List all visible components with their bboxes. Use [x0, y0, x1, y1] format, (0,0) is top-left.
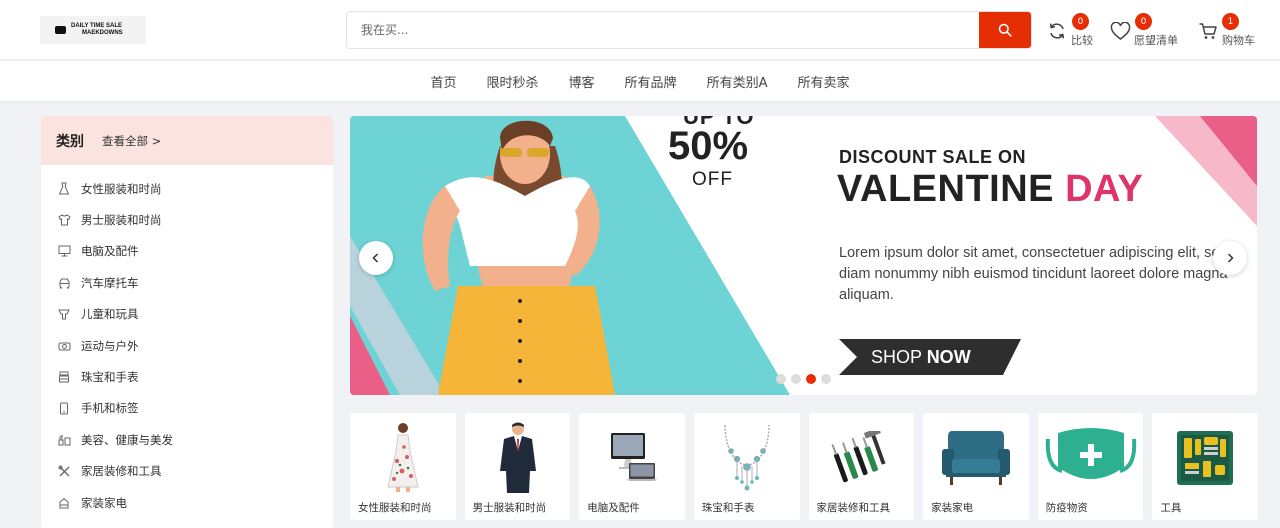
chevron-right-icon [1227, 253, 1234, 263]
category-item[interactable]: 运动与户外 [41, 330, 333, 361]
search-input[interactable] [347, 12, 979, 48]
category-item[interactable]: 珠宝和手表 [41, 361, 333, 392]
category-list: 女性服装和时尚 男士服装和时尚 电脑及配件 汽车摩托车 儿童和玩具 运动与户外 … [41, 165, 333, 518]
logo-line2: MAEKDOWNS [82, 30, 123, 36]
category-item[interactable]: 电脑及配件 [41, 236, 333, 267]
suit-product-icon [465, 419, 571, 495]
appliance-icon [57, 496, 71, 510]
category-item[interactable]: 家居装修和工具 [41, 456, 333, 487]
search-button[interactable] [979, 12, 1031, 48]
category-item[interactable]: 女性服装和时尚 [41, 173, 333, 204]
card-label: 家居装修和工具 [816, 502, 891, 514]
compare-icon [1046, 20, 1068, 42]
shirt-icon [57, 213, 71, 227]
sidebar-title: 类别 [56, 133, 84, 150]
category-card[interactable]: 家居装修和工具 [808, 413, 915, 520]
hero-banner[interactable]: UP TO 50% OFF DISCOUNT SALE ON VALENTINE… [350, 116, 1257, 395]
armchair-product-icon [923, 419, 1029, 495]
card-label: 男士服装和时尚 [472, 502, 547, 514]
banner-dot-active[interactable] [806, 374, 816, 384]
view-all-link[interactable]: 查看全部 > [102, 133, 161, 149]
dress-icon [57, 182, 71, 196]
cart-label: 购物车 [1222, 34, 1255, 47]
category-item[interactable]: 美容、健康与美发 [41, 424, 333, 455]
search-icon [998, 23, 1012, 37]
jewelry-icon [57, 370, 71, 384]
dress-product-icon [350, 419, 456, 495]
cart-count-badge: 1 [1222, 13, 1239, 30]
card-label: 家装家电 [931, 502, 974, 514]
category-item[interactable]: 手机和标签 [41, 393, 333, 424]
banner-pagination [776, 374, 831, 384]
category-item[interactable]: 儿童和玩具 [41, 299, 333, 330]
computer-product-icon [579, 419, 685, 495]
mask-product-icon [1038, 419, 1144, 495]
banner-title: VALENTINE DAY [837, 168, 1144, 210]
category-item[interactable]: 汽车摩托车 [41, 267, 333, 298]
banner-subtitle: DISCOUNT SALE ON [839, 147, 1027, 167]
main-nav: 首页 限时秒杀 博客 所有品牌 所有类别A 所有卖家 [0, 61, 1280, 102]
heart-icon [1109, 20, 1131, 42]
nav-all-categories[interactable]: 所有类别A [692, 72, 783, 91]
banner-dot[interactable] [791, 374, 801, 384]
banner-description: Lorem ipsum dolor sit amet, consectetuer… [839, 245, 1228, 303]
tools-product-icon [809, 419, 915, 495]
cart-icon [1197, 20, 1219, 42]
category-cards: 女性服装和时尚 男士服装和时尚 电脑及配件 珠宝和手表 家居装修和工具 家装家电 [350, 413, 1258, 520]
category-card[interactable]: 防疫物资 [1037, 413, 1144, 520]
logo-mark-icon [54, 23, 68, 37]
sidebar-header: 类别 查看全部 > [41, 116, 333, 165]
banner-prev-button[interactable] [359, 241, 393, 275]
car-icon [57, 276, 71, 290]
nav-all-sellers[interactable]: 所有卖家 [782, 72, 864, 91]
toy-icon [57, 307, 71, 321]
banner-off: OFF [692, 169, 733, 190]
necklace-product-icon [694, 419, 800, 495]
compare-count-badge: 0 [1072, 13, 1089, 30]
sports-icon [57, 339, 71, 353]
tools-icon [57, 464, 71, 478]
banner-percent: 50% [668, 124, 749, 168]
compare-link[interactable]: 0 比较 [1046, 13, 1093, 48]
monitor-icon [57, 244, 71, 258]
compare-label: 比较 [1071, 34, 1093, 47]
wishlist-label: 愿望清单 [1134, 34, 1178, 47]
nav-flash-sale[interactable]: 限时秒杀 [472, 72, 554, 91]
card-label: 珠宝和手表 [701, 502, 755, 514]
category-card[interactable]: 电脑及配件 [579, 413, 685, 520]
header: DAILY TIME SALE MAEKDOWNS 0 比较 0 愿望清单 1 … [0, 0, 1280, 60]
category-item[interactable]: 家装家电 [41, 487, 333, 518]
banner-dot[interactable] [821, 374, 831, 384]
category-item[interactable]: 男士服装和时尚 [41, 204, 333, 235]
category-card[interactable]: 珠宝和手表 [693, 413, 800, 520]
card-label: 防疫物资 [1045, 502, 1088, 514]
shop-now-button[interactable]: SHOP NOW [839, 339, 1021, 375]
category-card[interactable]: 家装家电 [923, 413, 1029, 520]
beauty-icon [57, 433, 71, 447]
category-card[interactable]: 男士服装和时尚 [464, 413, 571, 520]
nav-blog[interactable]: 博客 [554, 72, 610, 91]
banner-next-button[interactable] [1213, 241, 1247, 275]
category-card[interactable]: 工具 [1152, 413, 1258, 520]
logo-line1: DAILY TIME SALE [71, 23, 123, 29]
chevron-left-icon [372, 253, 379, 263]
card-label: 工具 [1160, 502, 1182, 514]
phone-icon [57, 401, 71, 415]
category-card[interactable]: 女性服装和时尚 [350, 413, 456, 520]
card-label: 女性服装和时尚 [358, 502, 432, 514]
category-sidebar: 类别 查看全部 > 女性服装和时尚 男士服装和时尚 电脑及配件 汽车摩托车 儿童… [41, 116, 333, 528]
toolbox-product-icon [1152, 419, 1258, 495]
card-label: 电脑及配件 [587, 502, 640, 514]
nav-all-brands[interactable]: 所有品牌 [610, 72, 692, 91]
wishlist-count-badge: 0 [1135, 13, 1152, 30]
search-bar [346, 11, 1032, 49]
cart-link[interactable]: 1 购物车 [1197, 13, 1255, 48]
nav-home[interactable]: 首页 [416, 72, 472, 91]
banner-dot[interactable] [776, 374, 786, 384]
wishlist-link[interactable]: 0 愿望清单 [1109, 13, 1178, 48]
logo[interactable]: DAILY TIME SALE MAEKDOWNS [40, 16, 146, 44]
